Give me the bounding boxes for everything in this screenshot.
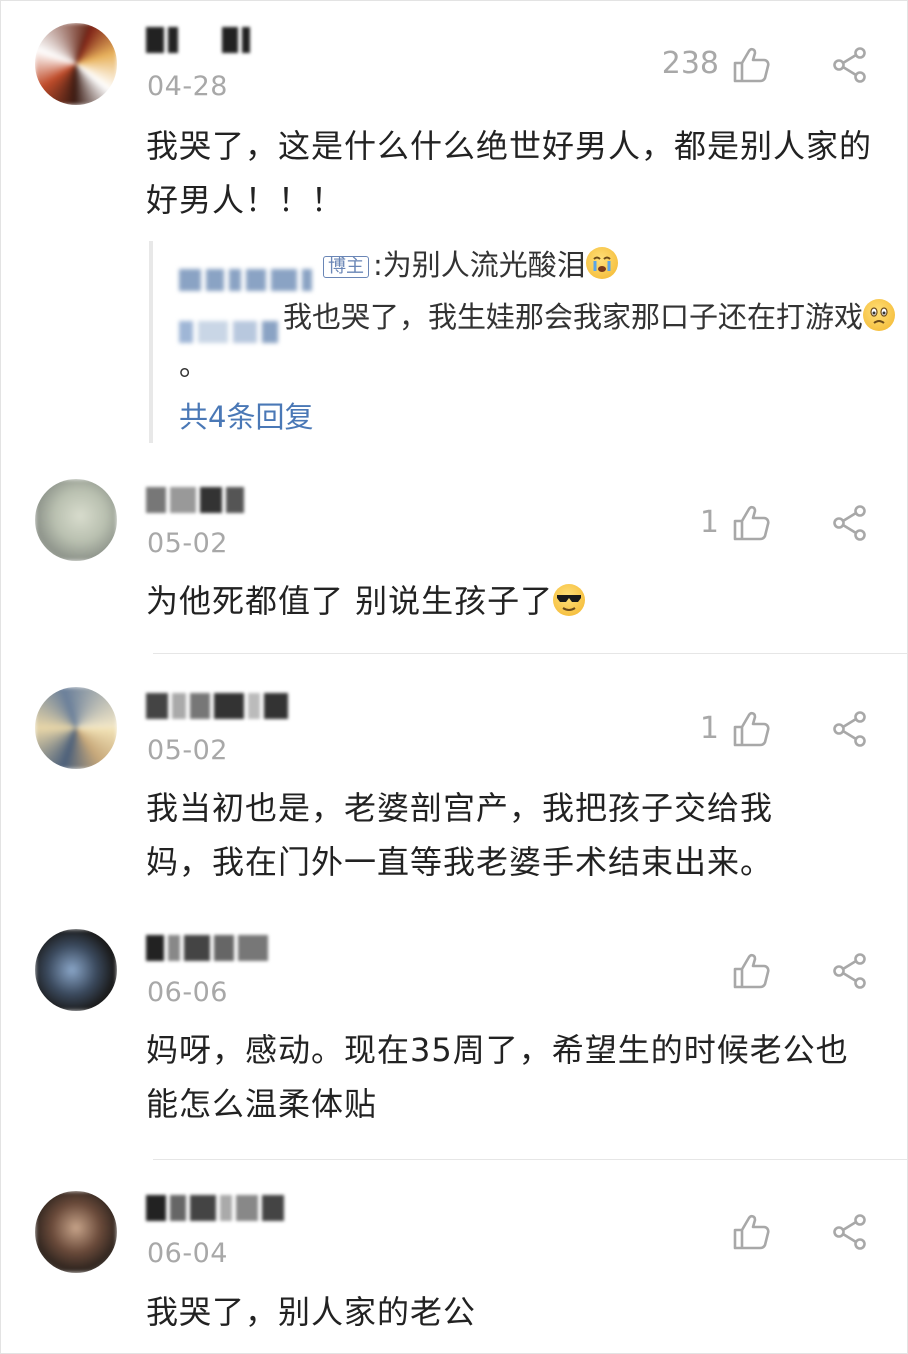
divider xyxy=(153,653,907,654)
reply-line: 博主:为别人流光酸泪 xyxy=(179,241,907,291)
comment-date: 05-02 xyxy=(147,735,228,766)
view-more-replies-link[interactable]: 共4条回复 xyxy=(179,389,907,445)
like-count: 1 xyxy=(699,505,719,540)
reply-text-end: 。 xyxy=(179,348,209,382)
avatar[interactable] xyxy=(35,687,117,769)
share-icon[interactable] xyxy=(831,710,869,748)
sad-emoji-icon xyxy=(863,299,896,331)
comment-text: 我哭了，这是什么什么绝世好男人，都是别人家的好男人！！！ xyxy=(146,127,873,219)
cool-sunglasses-emoji-icon xyxy=(553,584,586,616)
avatar[interactable] xyxy=(35,479,117,561)
comment-date: 06-04 xyxy=(147,1238,228,1269)
author-badge: 博主 xyxy=(323,256,369,278)
avatar[interactable] xyxy=(35,1191,117,1273)
reply-username-blurred[interactable] xyxy=(179,306,283,343)
username-blurred[interactable] xyxy=(146,27,254,59)
username-blurred[interactable] xyxy=(146,487,248,519)
username-blurred[interactable] xyxy=(146,693,292,725)
reply-line: 我也哭了，我生娃那会我家那口子还在打游戏 。 xyxy=(179,293,907,389)
reply-username-blurred[interactable] xyxy=(179,254,317,291)
thumbs-up-icon[interactable] xyxy=(731,951,771,991)
share-icon[interactable] xyxy=(831,46,869,84)
divider xyxy=(153,1159,907,1160)
comment-date: 04-28 xyxy=(147,71,228,102)
comment-text: 为他死都值了 别说生孩子了 xyxy=(146,574,876,628)
avatar[interactable] xyxy=(35,929,117,1011)
reply-text: 我也哭了，我生娃那会我家那口子还在打游戏 xyxy=(283,300,864,334)
thumbs-up-icon[interactable] xyxy=(731,1212,771,1252)
like-count: 238 xyxy=(661,46,719,81)
reply-text: :为别人流光酸泪 xyxy=(373,248,586,282)
username-blurred[interactable] xyxy=(146,1195,288,1227)
comment-list-page: 04-28 238 我哭了，这是什么什么绝世好男人，都是别人家的好男人！！！ 博… xyxy=(0,0,908,1354)
comment-text: 我当初也是，老婆剖宫产，我把孩子交给我妈，我在门外一直等我老婆手术结束出来。 xyxy=(146,789,774,881)
reply-preview-block: 博主:为别人流光酸泪 我也哭了，我生娃那会我家那口子还在打游戏 。 共4条回复 xyxy=(149,241,907,443)
thumbs-up-icon[interactable] xyxy=(731,503,771,543)
comment-text: 妈呀，感动。现在35周了，希望生的时候老公也能怎么温柔体贴 xyxy=(146,1031,849,1123)
share-icon[interactable] xyxy=(831,1213,869,1251)
crying-emoji-icon xyxy=(585,247,618,279)
share-icon[interactable] xyxy=(831,952,869,990)
share-icon[interactable] xyxy=(831,504,869,542)
like-count: 1 xyxy=(699,711,719,746)
comment-text-body: 为他死都值了 别说生孩子了 xyxy=(146,582,554,620)
avatar[interactable] xyxy=(35,23,117,105)
comment-date: 06-06 xyxy=(147,977,228,1008)
comment-date: 05-02 xyxy=(147,528,228,559)
comment-text: 我哭了，别人家的老公 xyxy=(146,1293,477,1331)
thumbs-up-icon[interactable] xyxy=(731,45,771,85)
thumbs-up-icon[interactable] xyxy=(731,709,771,749)
username-blurred[interactable] xyxy=(146,935,272,967)
